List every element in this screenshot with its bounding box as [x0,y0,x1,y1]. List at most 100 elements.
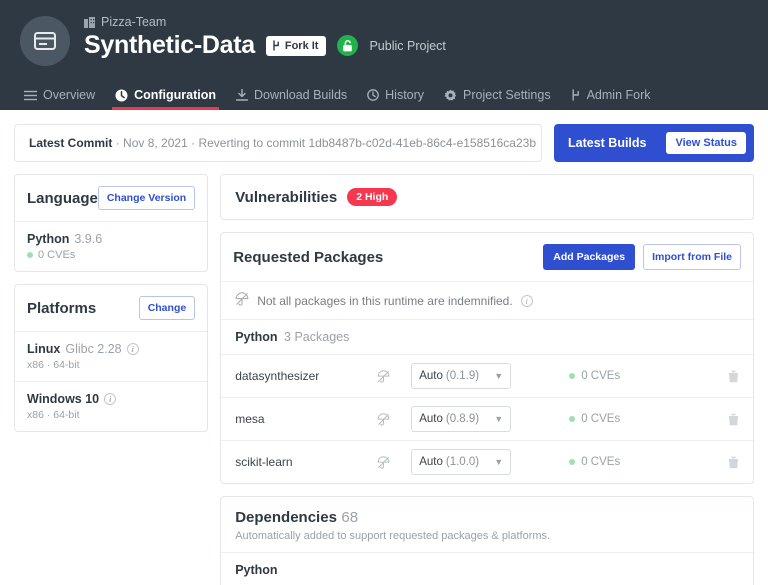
import-from-file-button[interactable]: Import from File [643,244,741,270]
nav-item-download-builds[interactable]: Download Builds [236,88,347,110]
nav-item-admin-fork[interactable]: Admin Fork [571,88,651,110]
indemnified-notice-text: Not all packages in this runtime are ind… [257,294,512,308]
delete-package-button[interactable] [719,370,739,383]
nav-item-project-settings[interactable]: Project Settings [444,88,551,110]
vulnerabilities-card[interactable]: Vulnerabilities 2 High [220,174,754,220]
package-cve-label: 0 CVEs [581,370,620,382]
package-cve: 0 CVEs [511,370,719,382]
latest-commit-label: Latest Commit [29,136,112,150]
requested-packages-header: Requested Packages Add Packages Import f… [221,233,753,282]
info-icon[interactable]: i [521,295,533,307]
package-name: datasynthesizer [235,369,377,383]
package-cve-label: 0 CVEs [581,413,620,425]
latest-commit-card[interactable]: Latest Commit · Nov 8, 2021 · Reverting … [14,124,542,162]
package-name: scikit-learn [235,455,377,469]
cve-status-dot [569,459,575,465]
app-header: Pizza-Team Synthetic-Data Fork It Public [0,0,768,110]
nav-item-history[interactable]: History [367,88,424,110]
requested-packages-title: Requested Packages [233,249,383,266]
main-nav: Overview Configuration Download Builds H… [0,80,768,110]
requested-packages-card: Requested Packages Add Packages Import f… [220,232,754,484]
info-icon[interactable]: i [127,343,139,355]
main-content: Vulnerabilities 2 High Requested Package… [220,174,754,585]
hamburger-icon [24,90,37,101]
umbrella-crossed-icon [377,370,411,383]
platform-name: Windows 10 [27,392,99,406]
version-select[interactable]: Auto(1.0.0) ▼ [411,449,511,475]
fork-it-label: Fork It [285,40,319,52]
add-packages-button[interactable]: Add Packages [543,244,635,270]
unlock-icon [342,40,353,52]
umbrella-crossed-icon [377,456,411,469]
requested-packages-actions: Add Packages Import from File [543,244,741,270]
platform-item-windows: Windows 10 i x86 · 64-bit [15,382,207,431]
dependencies-group: Python [221,553,753,585]
platforms-card: Platforms Change Linux Glibc 2.28 i x86 … [14,284,208,432]
language-title: Language [27,190,98,207]
nav-label: Configuration [134,88,216,102]
table-row: datasynthesizer Auto(0.1.9) ▼ 0 CVEs [221,355,753,398]
delete-package-button[interactable] [719,456,739,469]
nav-item-overview[interactable]: Overview [24,88,95,110]
umbrella-crossed-icon [235,292,249,309]
version-value: (0.1.9) [446,370,479,382]
nav-item-configuration[interactable]: Configuration [115,88,216,110]
cve-status-dot [569,373,575,379]
platform-arch: x86 · 64-bit [27,409,195,421]
platform-name-row: Linux Glibc 2.28 i [27,342,195,356]
content-columns: Language Change Version Python 3.9.6 0 C… [14,174,754,585]
dependencies-count: 68 [341,509,358,526]
package-name: mesa [235,412,377,426]
gear-circle-icon [115,89,128,102]
language-name: Python [27,232,69,246]
info-icon[interactable]: i [104,393,116,405]
delete-package-button[interactable] [719,413,739,426]
cve-status-dot [27,252,33,258]
commit-date: Nov 8, 2021 [123,136,188,150]
fork-icon [272,40,281,51]
commit-message: Reverting to commit 1db8487b-c02d-41eb-8… [198,136,536,150]
dependencies-subtitle: Automatically added to support requested… [235,530,739,542]
left-sidebar: Language Change Version Python 3.9.6 0 C… [14,174,208,444]
project-avatar [20,16,70,66]
package-cve-label: 0 CVEs [581,456,620,468]
dependencies-header: Dependencies 68 Automatically added to s… [221,497,753,553]
version-select[interactable]: Auto(0.8.9) ▼ [411,406,511,432]
latest-builds-label: Latest Builds [568,136,647,150]
indemnified-notice: Not all packages in this runtime are ind… [221,282,753,320]
chevron-down-icon: ▼ [494,371,503,381]
package-cve: 0 CVEs [511,413,719,425]
group-count: 3 Packages [284,330,349,344]
table-row: mesa Auto(0.8.9) ▼ 0 CVEs [221,398,753,441]
building-icon [84,17,95,28]
download-icon [236,89,248,101]
nav-label: Project Settings [463,88,551,102]
platforms-title: Platforms [27,300,96,317]
org-row: Pizza-Team [84,14,446,30]
public-lock-badge [337,35,358,56]
chevron-down-icon: ▼ [494,457,503,467]
view-status-button[interactable]: View Status [666,132,746,154]
platform-item-linux: Linux Glibc 2.28 i x86 · 64-bit [15,332,207,382]
fork-icon [571,89,581,101]
group-language-label: Python [235,330,277,344]
version-value: (0.8.9) [446,413,479,425]
language-card-header: Language Change Version [15,175,207,222]
page-body: Latest Commit · Nov 8, 2021 · Reverting … [0,110,768,585]
language-cve: 0 CVEs [27,249,195,261]
status-badge: 2 High [347,188,397,206]
change-platforms-button[interactable]: Change [139,296,196,320]
dependencies-title-row: Dependencies 68 [235,509,739,527]
version-mode: Auto [419,413,443,425]
language-row: Python 3.9.6 0 CVEs [15,222,207,271]
latest-builds-card: Latest Builds View Status [554,124,754,162]
umbrella-crossed-icon [377,413,411,426]
version-select[interactable]: Auto(0.1.9) ▼ [411,363,511,389]
table-row: scikit-learn Auto(1.0.0) ▼ 0 CVEs [221,441,753,483]
change-version-button[interactable]: Change Version [98,186,195,210]
version-value: (1.0.0) [446,456,479,468]
fork-it-button[interactable]: Fork It [266,36,327,56]
platform-name-row: Windows 10 i [27,392,195,406]
package-cve: 0 CVEs [511,456,719,468]
platform-arch: x86 · 64-bit [27,359,195,371]
